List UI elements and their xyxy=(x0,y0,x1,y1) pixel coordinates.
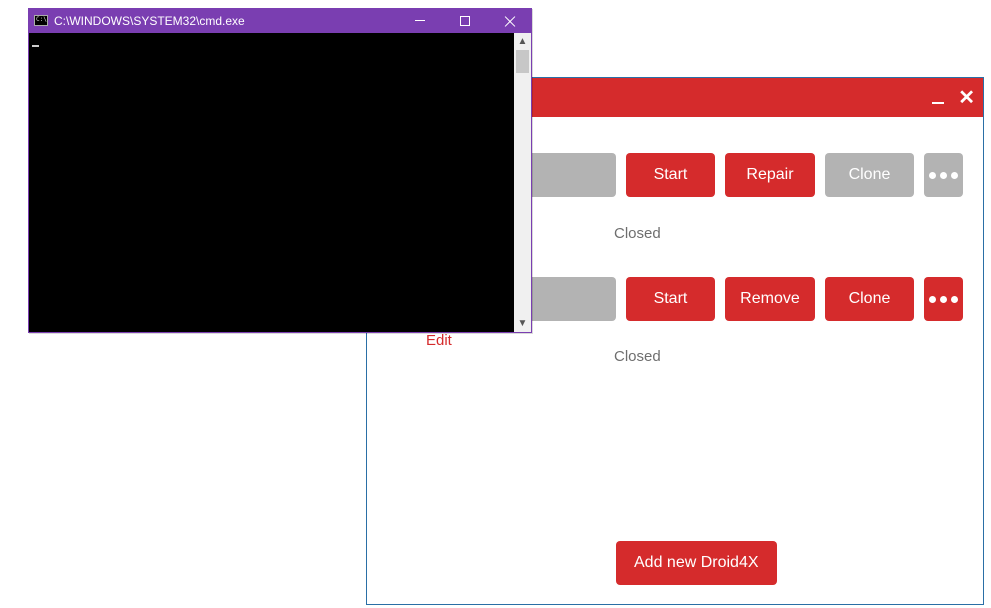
minimize-icon xyxy=(415,20,425,21)
more-button-disabled xyxy=(924,153,963,197)
scroll-track[interactable] xyxy=(514,50,531,315)
cmd-cursor xyxy=(32,45,39,47)
cmd-icon xyxy=(34,15,48,26)
cmd-title: C:\WINDOWS\SYSTEM32\cmd.exe xyxy=(54,14,245,28)
more-button[interactable] xyxy=(924,277,963,321)
ellipsis-icon xyxy=(929,172,958,179)
scroll-down-arrow-icon[interactable]: ▼ xyxy=(514,315,531,332)
maximize-icon xyxy=(460,16,470,26)
cmd-title-area: C:\WINDOWS\SYSTEM32\cmd.exe xyxy=(28,14,245,28)
repair-button[interactable]: Repair xyxy=(725,153,815,197)
clone-button[interactable]: Clone xyxy=(825,277,915,321)
edit-link-area: Edit xyxy=(396,332,452,350)
edit-link[interactable]: Edit xyxy=(426,332,452,349)
cmd-window: C:\WINDOWS\SYSTEM32\cmd.exe ▲ ▼ xyxy=(28,8,532,333)
close-icon[interactable]: ✕ xyxy=(958,88,975,108)
close-button[interactable] xyxy=(487,8,532,33)
instance-status: Closed xyxy=(614,225,661,242)
clone-button-disabled: Clone xyxy=(825,153,915,197)
start-button[interactable]: Start xyxy=(626,277,716,321)
cmd-window-controls xyxy=(397,8,532,33)
scroll-up-arrow-icon[interactable]: ▲ xyxy=(514,33,531,50)
minimize-icon[interactable] xyxy=(932,102,944,104)
cmd-console-surface[interactable] xyxy=(29,33,514,332)
add-new-droid4x-button[interactable]: Add new Droid4X xyxy=(616,541,777,585)
cmd-titlebar[interactable]: C:\WINDOWS\SYSTEM32\cmd.exe xyxy=(28,8,532,33)
minimize-button[interactable] xyxy=(397,8,442,33)
remove-button[interactable]: Remove xyxy=(725,277,815,321)
scroll-thumb[interactable] xyxy=(516,50,529,73)
cmd-scrollbar[interactable]: ▲ ▼ xyxy=(514,33,531,332)
ellipsis-icon xyxy=(929,296,958,303)
close-icon xyxy=(504,15,516,27)
maximize-button[interactable] xyxy=(442,8,487,33)
cmd-client-area: ▲ ▼ xyxy=(28,33,532,333)
droid4x-window-controls: ✕ xyxy=(932,88,975,108)
instance-status: Closed xyxy=(614,348,661,365)
start-button[interactable]: Start xyxy=(626,153,716,197)
